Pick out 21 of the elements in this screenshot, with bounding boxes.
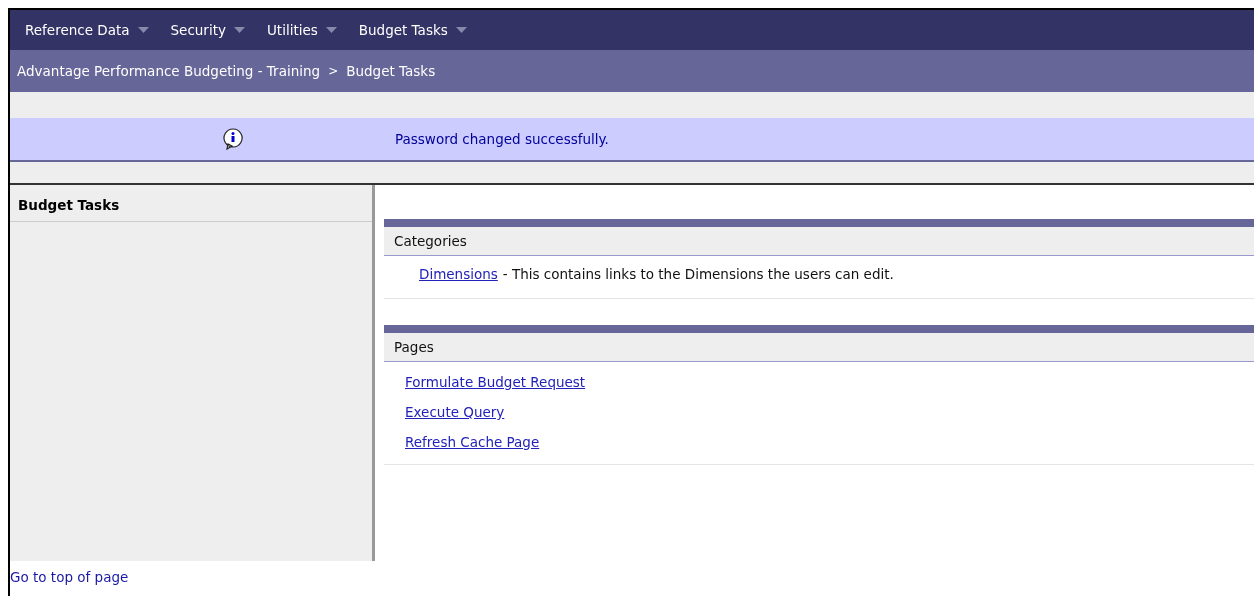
menu-item[interactable]: Reference Data [25,22,149,38]
page-link[interactable]: Execute Query [405,404,505,420]
page-link[interactable]: Refresh Cache Page [405,434,540,450]
caret-icon [455,27,467,33]
menu-item[interactable]: Budget Tasks [358,22,467,38]
section-header: Categories [384,219,1254,256]
page-link[interactable]: Formulate Budget Request [405,374,586,390]
breadcrumb-separator: > [328,64,339,78]
breadcrumb-link[interactable]: Advantage Performance Budgeting - Training [17,63,321,79]
category-description: - This contains links to the Dimensions the users can edit. [502,266,894,282]
info-icon [221,127,244,151]
category-link[interactable]: Dimensions [419,266,498,282]
caret-icon [325,27,337,33]
menu-item[interactable]: Security [170,22,245,38]
caret-icon [233,27,245,33]
section-header: Pages [384,325,1254,362]
breadcrumb-link[interactable]: Budget Tasks [346,63,436,79]
caret-icon [137,27,149,33]
success-message: Password changed successfully. [395,131,609,147]
top-of-page-link[interactable]: Go to top of page [10,561,129,585]
menu-item[interactable]: Utilities [266,22,337,38]
